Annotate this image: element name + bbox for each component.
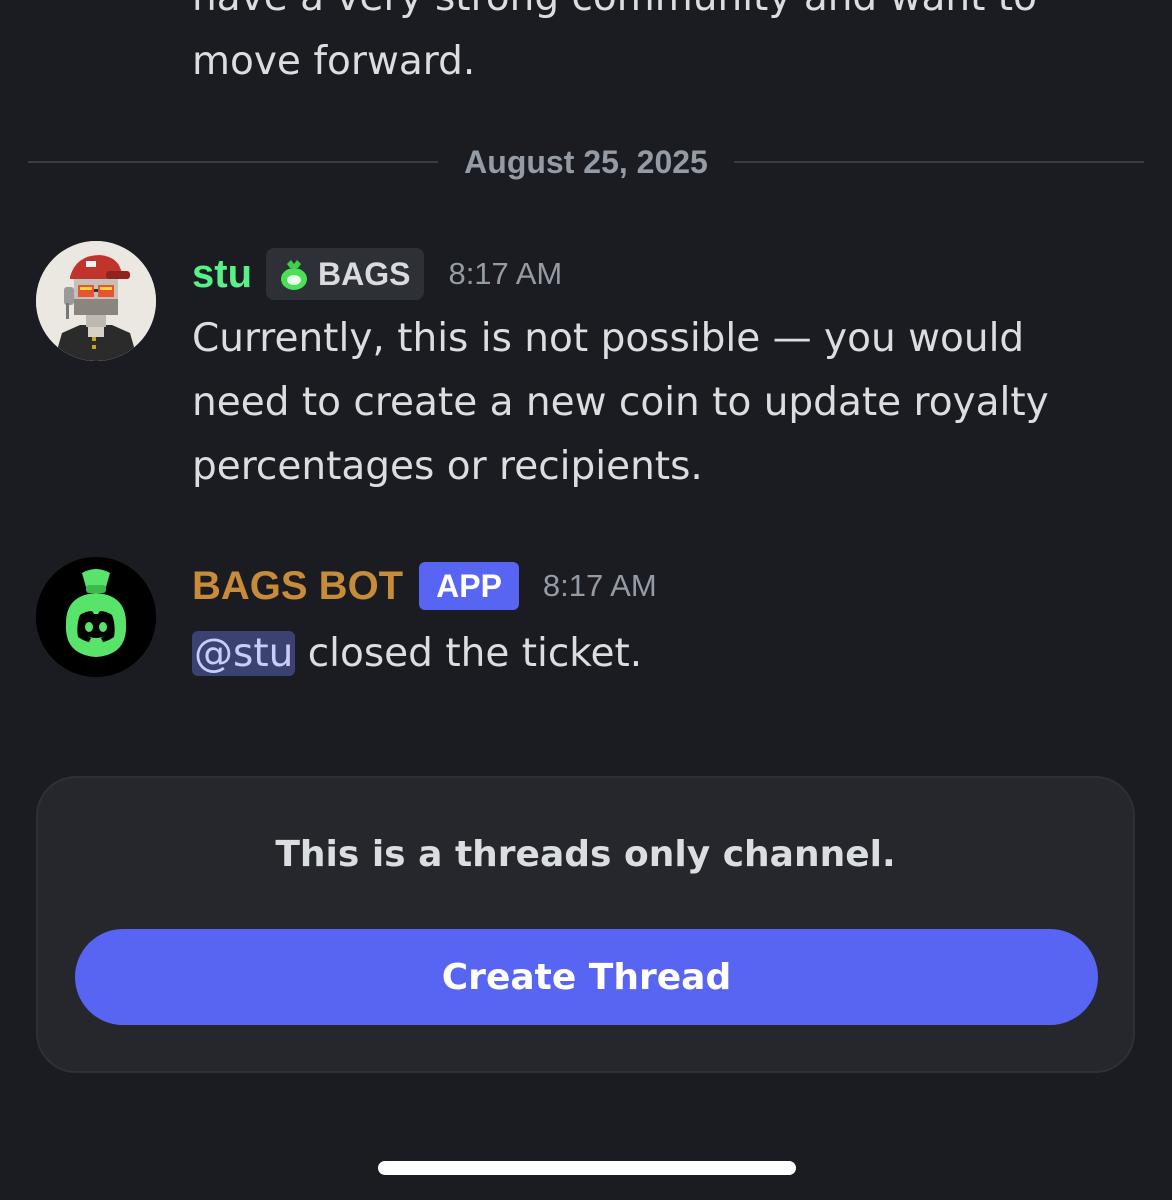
app-badge: APP [419, 562, 519, 610]
bot-message-text: closed the ticket. [295, 631, 643, 676]
timestamp-bags-bot: 8:17 AM [542, 568, 657, 603]
avatar-stu[interactable] [36, 241, 156, 361]
threads-only-notice: This is a threads only channel. [275, 834, 896, 875]
money-bag-discord-logo-avatar-icon [36, 557, 156, 677]
message-header-bags-bot: BAGS BOT APP 8:17 AM [192, 562, 657, 610]
message-header-stu: stu BAGS 8:17 AM [192, 248, 562, 300]
threads-only-card: This is a threads only channel. Create T… [36, 776, 1135, 1073]
divider-date: August 25, 2025 [464, 143, 708, 180]
username-bags-bot[interactable]: BAGS BOT [192, 564, 403, 609]
message-text-stu: Currently, this is not possible — you wo… [192, 316, 1049, 489]
chat-screen: have a very strong community and want to… [0, 0, 1172, 1200]
timestamp-stu: 8:17 AM [448, 256, 563, 291]
date-divider: August 25, 2025 [28, 140, 1144, 184]
previous-message-text: have a very strong community and want to… [192, 0, 1037, 84]
divider-line-right [733, 161, 1144, 163]
user-mention[interactable]: @stu [192, 631, 296, 676]
home-indicator[interactable] [378, 1161, 796, 1175]
green-money-bag-icon [281, 260, 307, 290]
role-tag-bags[interactable]: BAGS [266, 248, 425, 300]
username-stu[interactable]: stu [192, 252, 252, 297]
avatar-bags-bot[interactable] [36, 557, 156, 677]
create-thread-button[interactable]: Create Thread [75, 929, 1098, 1025]
pixel-art-character-avatar-icon [36, 241, 156, 361]
role-tag-label: BAGS [318, 255, 411, 292]
divider-line-left [28, 161, 439, 163]
message-text-bags-bot: @stu closed the ticket. [192, 622, 1112, 686]
